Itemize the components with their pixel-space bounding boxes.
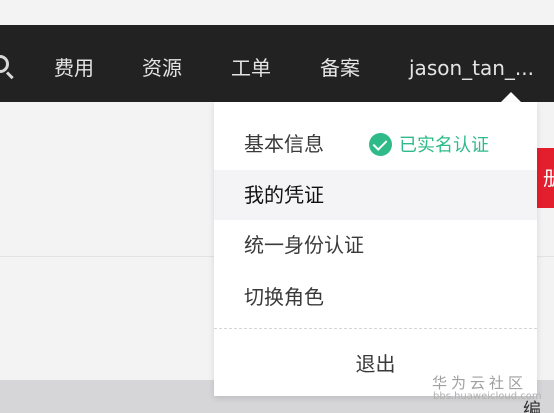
watermark-url: bbs.huaweicloud.com — [433, 391, 542, 402]
verified-badge: 已实名认证 — [369, 132, 489, 156]
dropdown-caret — [501, 92, 521, 102]
unified-identity-label: 统一身份认证 — [244, 233, 364, 257]
nav-item-icp-record[interactable]: 备案 — [320, 55, 360, 81]
user-menu-trigger[interactable]: jason_tan_... — [409, 55, 534, 81]
watermark-site: 华为云社区 — [432, 374, 528, 392]
menu-item-switch-role[interactable]: 切换角色 — [214, 272, 537, 322]
top-navbar: 费用 资源 工单 备案 jason_tan_... — [0, 25, 554, 102]
menu-item-my-credentials[interactable]: 我的凭证 — [214, 170, 537, 220]
switch-role-label: 切换角色 — [244, 285, 324, 309]
nav-item-fee[interactable]: 费用 — [54, 55, 94, 81]
basic-info-label: 基本信息 — [244, 132, 324, 156]
check-circle-icon — [369, 132, 392, 156]
user-dropdown-menu: 基本信息 已实名认证 我的凭证 统一身份认证 切换角色 退出 — [214, 102, 537, 396]
menu-item-unified-identity[interactable]: 统一身份认证 — [214, 220, 537, 270]
verified-badge-label: 已实名认证 — [399, 135, 489, 156]
side-red-tab[interactable]: 册 — [537, 148, 554, 208]
nav-item-tickets[interactable]: 工单 — [231, 55, 271, 81]
menu-divider — [214, 328, 537, 329]
search-icon[interactable] — [0, 55, 9, 73]
top-strip — [0, 0, 554, 25]
nav-item-resources[interactable]: 资源 — [142, 55, 182, 81]
my-credentials-label: 我的凭证 — [244, 183, 324, 207]
